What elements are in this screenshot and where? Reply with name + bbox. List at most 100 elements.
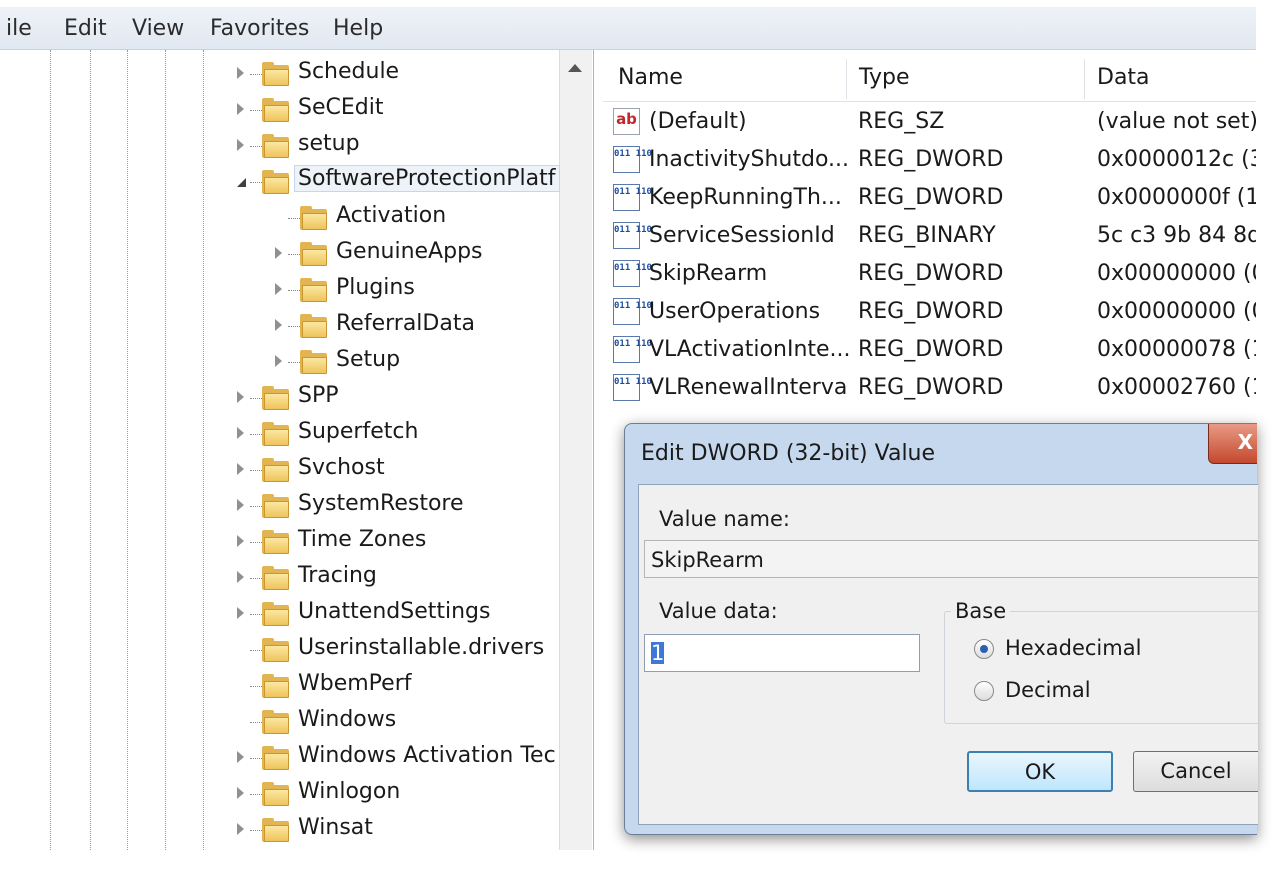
tree-node[interactable]: UnattendSettings (237, 596, 555, 632)
folder-icon (262, 638, 289, 662)
tree-node[interactable]: Schedule (237, 56, 555, 92)
tree-node[interactable]: SystemRestore (237, 488, 555, 524)
tree-node-label: Setup (336, 347, 401, 372)
expand-arrow-icon[interactable] (275, 283, 282, 295)
cancel-button[interactable]: Cancel (1133, 751, 1258, 792)
tree-node[interactable]: Setup (275, 344, 555, 380)
tree-node-label: Superfetch (298, 419, 419, 444)
value-row[interactable]: ab (Default) REG_SZ (value not set) (603, 103, 1256, 141)
registry-key-tree[interactable]: Schedule SeCEdit setup SoftwareProtectionPl… (0, 50, 594, 850)
tree-node[interactable]: Plugins (275, 272, 555, 308)
binary-value-icon: 011 110 (613, 146, 652, 173)
hexadecimal-label[interactable]: Hexadecimal (1005, 636, 1141, 660)
value-row[interactable]: 011 110 KeepRunningTh... REG_DWORD 0x000000… (603, 179, 1256, 217)
expand-arrow-icon[interactable] (237, 499, 244, 511)
collapse-arrow-icon[interactable] (237, 178, 246, 187)
value-data-text: 1 (651, 641, 665, 665)
column-header-name[interactable]: Name (618, 65, 683, 90)
tree-node[interactable]: WbemPerf (237, 668, 555, 704)
tree-node[interactable]: SPP (237, 380, 555, 416)
decimal-radio[interactable] (974, 681, 994, 701)
hexadecimal-radio[interactable] (974, 639, 994, 659)
tree-connector (250, 650, 262, 651)
expand-arrow-icon[interactable] (237, 427, 244, 439)
column-header-type[interactable]: Type (859, 65, 910, 90)
tree-node[interactable]: Activation (275, 200, 555, 236)
value-row[interactable]: 011 110 InactivityShutdo... REG_DWORD 0x000… (603, 141, 1256, 179)
column-divider[interactable] (1084, 59, 1085, 99)
menu-favorites[interactable]: Favorites (210, 16, 309, 41)
tree-node[interactable]: GenuineApps (275, 236, 555, 272)
expand-arrow-icon[interactable] (237, 751, 244, 763)
value-data-input[interactable]: 1 (644, 634, 920, 672)
value-row[interactable]: 011 110 VLActivationInte... REG_DWORD 0x000… (603, 331, 1256, 369)
binary-value-icon: 011 110 (613, 336, 652, 363)
value-type: REG_DWORD (858, 299, 1004, 324)
tree-node[interactable]: SeCEdit (237, 92, 555, 128)
tree-node[interactable]: Winsat (237, 812, 555, 848)
close-icon[interactable]: X (1208, 424, 1257, 464)
tree-node[interactable]: setup (237, 128, 555, 164)
expand-arrow-icon[interactable] (275, 355, 282, 367)
value-data: 5c c3 9b 84 8d 0 (1097, 223, 1256, 248)
value-row[interactable]: 011 110 ServiceSessionId REG_BINARY 5c c3 9… (603, 217, 1256, 255)
decimal-label[interactable]: Decimal (1005, 678, 1091, 702)
value-name: InactivityShutdo... (649, 147, 849, 172)
expand-arrow-icon[interactable] (237, 823, 244, 835)
tree-node[interactable]: Windows (237, 704, 555, 740)
expand-arrow-icon[interactable] (237, 463, 244, 475)
tree-connector (250, 434, 262, 435)
menu-help[interactable]: Help (333, 16, 383, 41)
tree-node[interactable]: Userinstallable.drivers (237, 632, 555, 668)
expand-arrow-icon[interactable] (237, 535, 244, 547)
value-data: 0x0000012c (300) (1097, 147, 1256, 172)
value-name: (Default) (649, 109, 747, 134)
tree-connector (288, 254, 300, 255)
expand-arrow-icon[interactable] (237, 103, 244, 115)
tree-node-label: Activation (336, 203, 447, 228)
tree-node[interactable]: Svchost (237, 452, 555, 488)
expand-arrow-icon[interactable] (237, 67, 244, 79)
value-name: UserOperations (649, 299, 821, 324)
expand-arrow-icon[interactable] (275, 247, 282, 259)
tree-connector (288, 218, 300, 219)
menu-edit[interactable]: Edit (64, 16, 107, 41)
value-name: ServiceSessionId (649, 223, 835, 248)
tree-node-label: SystemRestore (298, 491, 464, 516)
tree-node[interactable]: Windows Activation Tec (237, 740, 556, 776)
expand-arrow-icon[interactable] (237, 391, 244, 403)
value-type: REG_SZ (858, 109, 945, 134)
ok-button[interactable]: OK (967, 751, 1113, 792)
tree-connector (250, 506, 262, 507)
value-row[interactable]: 011 110SkipRearm REG_DWORD 0x00000000 (0) (603, 255, 1256, 293)
tree-node[interactable]: ReferralData (275, 308, 555, 344)
expand-arrow-icon[interactable] (237, 571, 244, 583)
tree-node-label: Svchost (298, 455, 385, 480)
tree-node[interactable]: Superfetch (237, 416, 555, 452)
tree-node[interactable]: Tracing (237, 560, 555, 596)
edit-dword-dialog: Edit DWORD (32-bit) Value X Value name: … (624, 423, 1259, 835)
expand-arrow-icon[interactable] (237, 787, 244, 799)
value-row[interactable]: 011 110 VLRenewalInterval REG_DWORD 0x00002… (603, 369, 1256, 407)
folder-icon (262, 530, 289, 554)
tree-node-label: Windows Activation Tec (298, 743, 556, 768)
tree-connector (250, 110, 262, 111)
expand-arrow-icon[interactable] (237, 139, 244, 151)
tree-guide-line (90, 50, 91, 850)
menu-file[interactable]: ile (6, 16, 32, 41)
binary-value-icon: 011 110 (613, 298, 652, 325)
tree-node[interactable]: Winlogon (237, 776, 555, 812)
value-row[interactable]: 011 110 UserOperations REG_DWORD 0x00000000… (603, 293, 1256, 331)
expand-arrow-icon[interactable] (275, 319, 282, 331)
tree-connector (250, 74, 262, 75)
tree-node[interactable]: Time Zones (237, 524, 555, 560)
binary-value-icon: 011 110 (613, 260, 652, 287)
tree-node[interactable]: SoftwareProtectionPlatf (237, 164, 560, 200)
column-header-data[interactable]: Data (1097, 65, 1150, 90)
scroll-up-icon[interactable] (568, 64, 582, 72)
column-divider[interactable] (846, 59, 847, 99)
tree-scrollbar[interactable] (559, 50, 592, 850)
dialog-body: Value name: SkipRearm Value data: 1 Base… (638, 484, 1259, 825)
expand-arrow-icon[interactable] (237, 607, 244, 619)
menu-view[interactable]: View (132, 16, 184, 41)
